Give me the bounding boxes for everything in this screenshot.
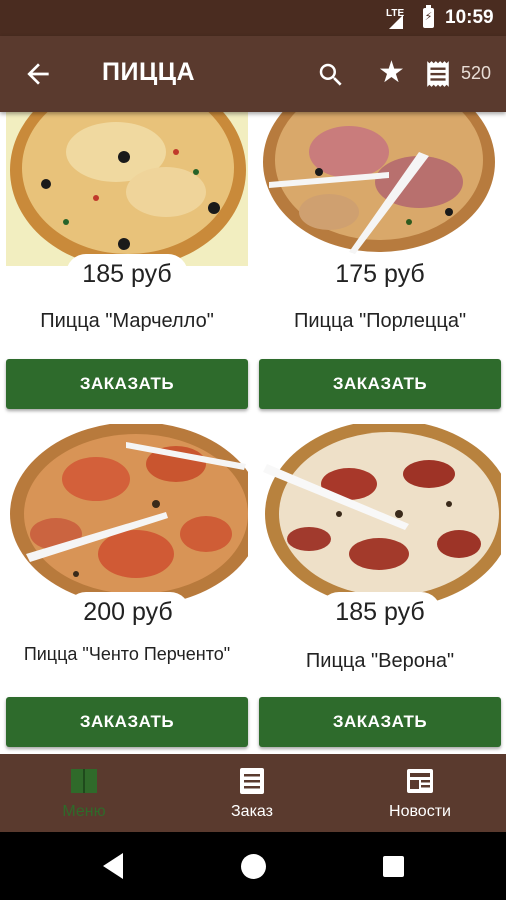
product-image bbox=[6, 424, 248, 604]
app-toolbar: ПИЦЦА ★ 520 bbox=[0, 36, 506, 112]
nav-news-label: Новости bbox=[389, 803, 451, 820]
system-navigation-bar bbox=[0, 832, 506, 900]
order-button[interactable]: ЗАКАЗАТЬ bbox=[259, 359, 501, 409]
nav-order-label: Заказ bbox=[231, 803, 273, 820]
product-price: 185 руб bbox=[319, 592, 441, 632]
news-icon bbox=[407, 769, 433, 793]
clock: 10:59 bbox=[445, 7, 494, 28]
product-image bbox=[6, 112, 248, 266]
arrow-back-icon[interactable] bbox=[22, 58, 54, 90]
product-image bbox=[259, 424, 501, 604]
order-button[interactable]: ЗАКАЗАТЬ bbox=[6, 697, 248, 747]
menu-book-icon bbox=[71, 769, 97, 793]
product-price: 200 руб bbox=[66, 592, 190, 632]
order-button[interactable]: ЗАКАЗАТЬ bbox=[259, 697, 501, 747]
product-name: Пицца "Порлецца" bbox=[293, 310, 467, 332]
bottom-navigation: Меню Заказ Новости bbox=[0, 754, 506, 832]
order-list-icon bbox=[240, 768, 264, 794]
page-title: ПИЦЦА bbox=[102, 58, 196, 86]
nav-news[interactable]: Новости bbox=[336, 754, 504, 832]
order-button[interactable]: ЗАКАЗАТЬ bbox=[6, 359, 248, 409]
nav-menu-label: Меню bbox=[62, 803, 106, 820]
nav-menu[interactable]: Меню bbox=[0, 754, 168, 832]
product-name: Пицца "Марчелло" bbox=[40, 310, 214, 332]
star-icon[interactable]: ★ bbox=[378, 57, 405, 89]
product-price: 175 руб bbox=[319, 254, 441, 294]
system-home-icon[interactable] bbox=[241, 854, 266, 879]
search-icon[interactable] bbox=[316, 60, 346, 90]
product-grid: 185 руб Пицца "Марчелло" ЗАКАЗАТЬ 175 ру… bbox=[0, 112, 506, 754]
status-bar: LTE 10:59 bbox=[0, 0, 506, 36]
signal-icon bbox=[389, 15, 403, 29]
product-name: Пицца "Верона" bbox=[305, 650, 455, 672]
product-name: Пицца "Ченто Перченто" bbox=[23, 644, 231, 664]
battery-icon bbox=[423, 5, 434, 28]
receipt-icon[interactable] bbox=[425, 60, 451, 88]
system-recents-icon[interactable] bbox=[383, 856, 404, 877]
system-back-icon[interactable] bbox=[103, 853, 123, 879]
product-price: 185 руб bbox=[66, 254, 188, 294]
receipt-count: 520 bbox=[461, 63, 492, 83]
nav-order[interactable]: Заказ bbox=[168, 754, 336, 832]
product-image bbox=[259, 112, 501, 266]
